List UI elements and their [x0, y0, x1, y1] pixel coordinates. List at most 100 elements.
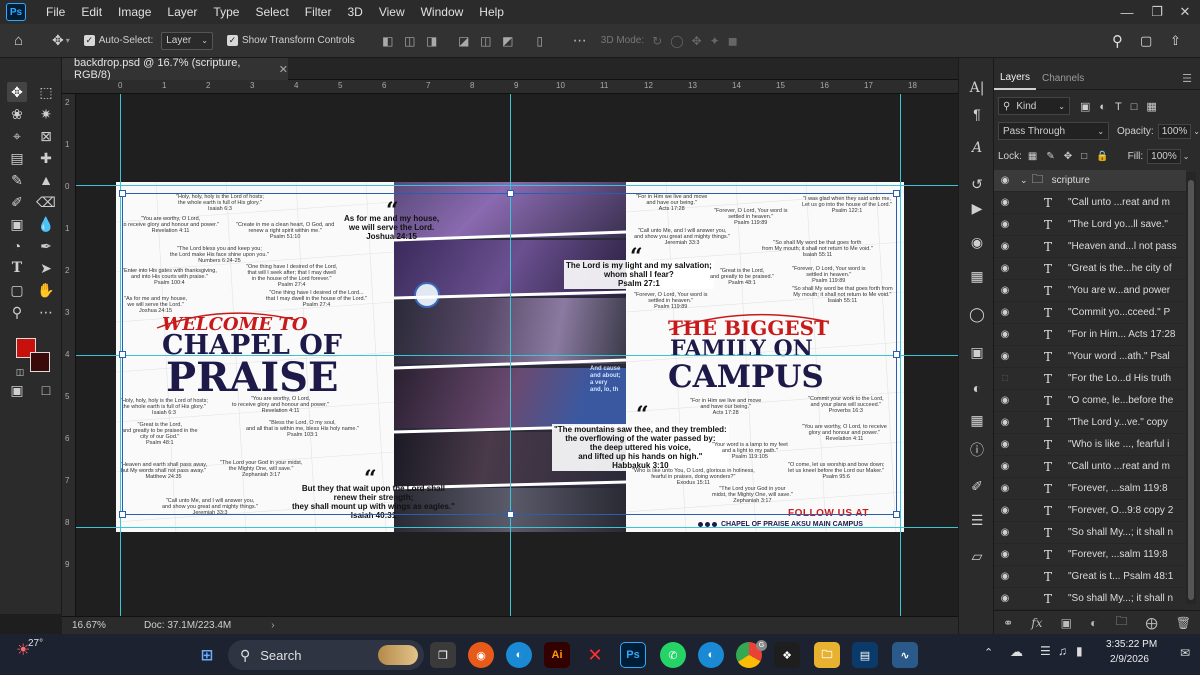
move-tool-icon[interactable]: ✥ [7, 82, 27, 102]
chevron-right-icon[interactable]: › [271, 620, 274, 631]
rectangle-tool-icon[interactable]: ▢ [7, 280, 27, 300]
move-tool-icon[interactable]: ✥ [52, 32, 64, 49]
notifications-icon[interactable]: ✉ [1180, 646, 1190, 660]
align-bottom-icon[interactable]: ◩ [501, 34, 515, 48]
transform-handle[interactable] [893, 190, 900, 197]
default-colors-icon[interactable]: ◫ [10, 362, 30, 382]
firefox-icon[interactable]: ◉ [468, 642, 494, 668]
photoshop-taskbar-icon[interactable]: Ps [620, 642, 646, 668]
align-top-icon[interactable]: ◪ [457, 34, 471, 48]
layer-row[interactable]: ◉ T "The Lord yo...ll save." [994, 214, 1186, 236]
zoom-level[interactable]: 16.67% [72, 620, 130, 631]
align-middle-icon[interactable]: ◫ [479, 34, 493, 48]
menu-edit[interactable]: Edit [73, 5, 110, 19]
eye-icon[interactable]: ◉ [994, 417, 1016, 428]
layer-row[interactable]: ◉ T "O come, le...before the [994, 390, 1186, 412]
search-box[interactable]: ⚲ Search [228, 640, 424, 670]
adjustment-layer-icon[interactable]: ◐ [1090, 616, 1097, 630]
more-tools-icon[interactable]: ⋯ [36, 302, 56, 322]
type-tool-icon[interactable]: T [7, 258, 27, 278]
layer-row[interactable]: ◉ T "Forever, O...9:8 copy 2 [994, 500, 1186, 522]
new-group-icon[interactable]: 🗀 [1115, 612, 1127, 633]
layer-mask-icon[interactable]: ▣ [1061, 616, 1072, 630]
volume-icon[interactable]: ♫ [1058, 644, 1067, 658]
lasso-tool-icon[interactable]: ❀ [7, 104, 27, 124]
chevron-down-icon[interactable]: ⌄ [1183, 152, 1190, 161]
swatches-panel-icon[interactable]: ▦ [967, 266, 987, 286]
onedrive-icon[interactable]: ☁ [1010, 644, 1023, 660]
layer-row[interactable]: ◉ T "Great is t... Psalm 48:1 [994, 566, 1186, 588]
layer-row[interactable]: ◉ T "For in Him... Acts 17:28 [994, 324, 1186, 346]
brush-tool-icon[interactable]: ✎ [7, 170, 27, 190]
menu-window[interactable]: Window [413, 5, 472, 19]
eye-icon[interactable]: ◉ [994, 461, 1016, 472]
menu-help[interactable]: Help [471, 5, 512, 19]
layer-row[interactable]: ◉ T "The Lord y...ve." copy [994, 412, 1186, 434]
blur-tool-icon[interactable]: 💧 [36, 214, 56, 234]
menu-view[interactable]: View [371, 5, 413, 19]
info-panel-icon[interactable]: ⓘ [967, 440, 987, 460]
eye-icon[interactable]: ◉ [994, 439, 1016, 450]
chevron-down-icon[interactable]: ▾ [66, 36, 70, 45]
screen-mode-icon[interactable]: □ [36, 380, 56, 400]
align-center-icon[interactable]: ◫ [403, 34, 417, 48]
transform-bounding-box[interactable] [122, 193, 897, 515]
styles-panel-icon[interactable]: ▦ [967, 410, 987, 430]
eye-icon[interactable]: ◉ [994, 549, 1016, 560]
healing-brush-icon[interactable]: ✚ [36, 148, 56, 168]
battery-icon[interactable]: ▮ [1076, 644, 1083, 658]
object-select-icon[interactable]: ✷ [36, 104, 56, 124]
menu-filter[interactable]: Filter [297, 5, 340, 19]
edge-profile-icon[interactable]: ◐ [698, 642, 724, 668]
layer-row[interactable]: ◉ T "So shall My...; it shall n [994, 522, 1186, 544]
transform-handle[interactable] [119, 511, 126, 518]
distribute-icon[interactable]: ▯ [533, 34, 547, 48]
eye-icon[interactable]: ◉ [994, 197, 1016, 208]
zoom-tool-icon[interactable]: ⚲ [7, 302, 27, 322]
properties-panel-icon[interactable]: ☰ [967, 510, 987, 530]
tool-presets-icon[interactable]: ✐ [967, 476, 987, 496]
menu-file[interactable]: File [38, 5, 73, 19]
adjustments-panel-icon[interactable]: ◐ [967, 378, 987, 398]
eye-icon[interactable]: ◉ [994, 351, 1016, 362]
layer-row[interactable]: ◉ T "You are w...and power [994, 280, 1186, 302]
transform-controls-checkbox[interactable]: ✓ Show Transform Controls [226, 35, 355, 46]
marquee-tool-icon[interactable]: ⬚ [36, 82, 56, 102]
layer-group-scripture[interactable]: ◉ ⌄ 🗀 scripture [994, 170, 1186, 192]
opacity-input[interactable]: 100% [1157, 123, 1192, 139]
blend-mode-dropdown[interactable]: Pass Through ⌄ [998, 122, 1110, 140]
clock-time[interactable]: 3:35:22 PM [1106, 639, 1157, 650]
eye-hidden-icon[interactable]: □ [994, 373, 1016, 384]
ruler-vertical[interactable]: 2 1 0 1 2 3 4 5 6 7 8 9 [62, 94, 76, 616]
stamp-tool-icon[interactable]: ▲ [36, 170, 56, 190]
lock-icons[interactable]: ▦✎✥□🔒 [1028, 151, 1118, 162]
paragraph-panel-icon[interactable]: ¶ [967, 104, 987, 124]
character-panel-icon[interactable]: A| [967, 78, 987, 98]
menu-3d[interactable]: 3D [339, 5, 370, 19]
filter-kind-dropdown[interactable]: ⚲ Kind ⌄ [998, 97, 1070, 115]
document-tab[interactable]: backdrop.psd @ 16.7% (scripture, RGB/8) … [62, 57, 288, 81]
history-panel-icon[interactable]: ↺ [967, 174, 987, 194]
more-options-icon[interactable]: ⋯ [573, 32, 587, 49]
ruler-horizontal[interactable]: 0 1 2 3 4 5 6 7 8 9 10 11 12 13 14 15 16… [62, 80, 958, 94]
layer-row[interactable]: ◉ T "Forever, ...salm 119:8 [994, 544, 1186, 566]
filter-type-icons[interactable]: ▣◐T□▦ [1080, 100, 1166, 113]
illustrator-icon[interactable]: Ai [544, 642, 570, 668]
eye-icon[interactable]: ◉ [994, 527, 1016, 538]
learn-panel-icon[interactable]: ◯ [967, 304, 987, 324]
actions-play-icon[interactable]: ▶ [967, 198, 987, 218]
chevron-down-icon[interactable]: ⌄ [1020, 175, 1028, 186]
remote-desktop-icon[interactable]: ▤ [852, 642, 878, 668]
layer-row[interactable]: ◉ T "Your word ...ath." Psal [994, 346, 1186, 368]
eye-icon[interactable]: ◉ [994, 241, 1016, 252]
layer-row[interactable]: ◉ T "Call unto ...reat and m [994, 456, 1186, 478]
guide-vertical[interactable] [900, 94, 901, 616]
whatsapp-icon[interactable]: ✆ [660, 642, 686, 668]
brushes-panel-icon[interactable]: ◉ [967, 232, 987, 252]
background-color-swatch[interactable] [30, 352, 50, 372]
eye-icon[interactable]: ◉ [994, 571, 1016, 582]
layer-row[interactable]: ◉ T "Commit yo...cceed." P [994, 302, 1186, 324]
share-icon[interactable]: ⇧ [1170, 33, 1181, 49]
history-brush-icon[interactable]: ✐ [7, 192, 27, 212]
eraser-tool-icon[interactable]: ⌫ [36, 192, 56, 212]
